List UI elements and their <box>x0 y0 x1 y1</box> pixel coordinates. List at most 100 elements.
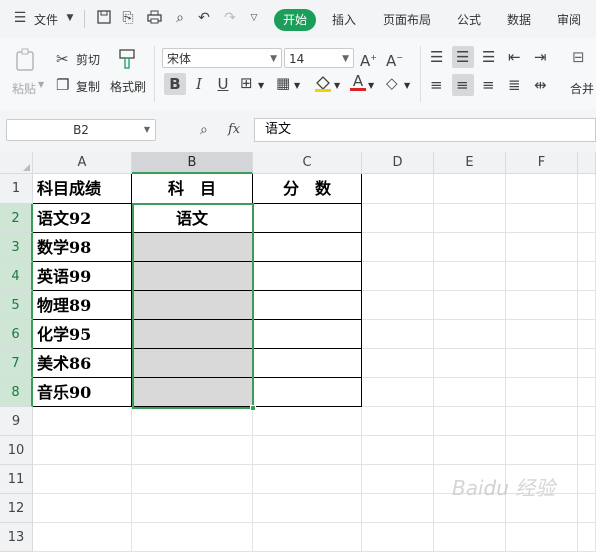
cell-style-icon[interactable]: ▦ <box>276 74 290 92</box>
cell-c7[interactable] <box>253 349 362 378</box>
cell-d11[interactable] <box>362 465 434 494</box>
cell-d5[interactable] <box>362 291 434 320</box>
cell-e1[interactable] <box>434 174 506 204</box>
cell-b13[interactable] <box>132 523 253 552</box>
cell-a5[interactable]: 物理89 <box>33 291 132 320</box>
bold-icon[interactable]: B <box>164 75 186 93</box>
cell-d9[interactable] <box>362 407 434 436</box>
row-header-11[interactable]: 11 <box>0 465 33 494</box>
tab-page-layout[interactable]: 页面布局 <box>383 11 431 28</box>
row-header-10[interactable]: 10 <box>0 436 33 465</box>
cell-e8[interactable] <box>434 378 506 407</box>
border-icon[interactable]: ⊞ <box>240 74 253 92</box>
cell-a6[interactable]: 化学95 <box>33 320 132 349</box>
cell-f4[interactable] <box>506 262 578 291</box>
cell-d4[interactable] <box>362 262 434 291</box>
cell-g10[interactable] <box>578 436 596 465</box>
underline-icon[interactable]: U <box>214 75 232 93</box>
justify-icon[interactable]: ≣ <box>508 76 521 94</box>
align-right-icon[interactable]: ≡ <box>482 76 495 94</box>
cell-g11[interactable] <box>578 465 596 494</box>
cell-c3[interactable] <box>253 233 362 262</box>
cell-e6[interactable] <box>434 320 506 349</box>
cell-c12[interactable] <box>253 494 362 523</box>
cell-d12[interactable] <box>362 494 434 523</box>
redo-icon[interactable]: ↷ <box>222 10 238 26</box>
cell-b8[interactable] <box>132 378 253 407</box>
decrease-font-icon[interactable]: A− <box>386 49 403 70</box>
cell-b6[interactable] <box>132 320 253 349</box>
cell-a7[interactable]: 美术86 <box>33 349 132 378</box>
cell-a12[interactable] <box>33 494 132 523</box>
cell-c5[interactable] <box>253 291 362 320</box>
cell-e9[interactable] <box>434 407 506 436</box>
output-pdf-icon[interactable]: ⎘ <box>120 10 136 26</box>
menu-icon[interactable]: ☰ <box>12 10 28 26</box>
cell-c13[interactable] <box>253 523 362 552</box>
fx-icon[interactable]: fx <box>228 122 240 137</box>
paste-button-label[interactable]: 粘贴 <box>12 80 36 97</box>
row-header-4[interactable]: 4 <box>0 262 33 291</box>
column-header-c[interactable]: C <box>253 152 362 174</box>
cell-g6[interactable] <box>578 320 596 349</box>
chevron-down-icon[interactable]: ▼ <box>334 81 340 90</box>
customize-icon[interactable]: ▽ <box>246 10 262 26</box>
cell-e7[interactable] <box>434 349 506 378</box>
row-header-6[interactable]: 6 <box>0 320 33 349</box>
cell-f5[interactable] <box>506 291 578 320</box>
column-header-b[interactable]: B <box>132 152 253 174</box>
cell-e4[interactable] <box>434 262 506 291</box>
select-all-corner[interactable] <box>0 152 33 174</box>
cell-b11[interactable] <box>132 465 253 494</box>
cell-e3[interactable] <box>434 233 506 262</box>
cell-f6[interactable] <box>506 320 578 349</box>
cell-e13[interactable] <box>434 523 506 552</box>
cell-f3[interactable] <box>506 233 578 262</box>
column-header-d[interactable]: D <box>362 152 434 174</box>
chevron-down-icon[interactable]: ▼ <box>294 81 300 90</box>
chevron-down-icon[interactable]: ▼ <box>404 81 410 90</box>
name-box[interactable]: B2 ▼ <box>6 119 156 141</box>
cell-a2[interactable]: 语文92 <box>33 204 132 233</box>
cell-d8[interactable] <box>362 378 434 407</box>
cell-c11[interactable] <box>253 465 362 494</box>
cut-icon[interactable]: ✂ <box>56 50 69 68</box>
cell-e5[interactable] <box>434 291 506 320</box>
cell-c8[interactable] <box>253 378 362 407</box>
cell-a13[interactable] <box>33 523 132 552</box>
tab-home[interactable]: 开始 <box>274 9 316 31</box>
cell-a8[interactable]: 音乐90 <box>33 378 132 407</box>
indent-decrease-icon[interactable]: ⇤ <box>508 48 521 66</box>
eraser-icon[interactable]: ◇ <box>386 74 398 92</box>
tab-review[interactable]: 审阅 <box>557 11 581 28</box>
undo-icon[interactable]: ↶ <box>196 10 212 26</box>
cell-g13[interactable] <box>578 523 596 552</box>
cell-d2[interactable] <box>362 204 434 233</box>
row-header-8[interactable]: 8 <box>0 378 33 407</box>
cell-f10[interactable] <box>506 436 578 465</box>
cell-g7[interactable] <box>578 349 596 378</box>
cell-a4[interactable]: 英语99 <box>33 262 132 291</box>
column-header-a[interactable]: A <box>33 152 132 174</box>
cell-a11[interactable] <box>33 465 132 494</box>
cell-f13[interactable] <box>506 523 578 552</box>
font-name-select[interactable]: 宋体 ▼ <box>162 48 282 68</box>
cell-b3[interactable] <box>132 233 253 262</box>
cell-d6[interactable] <box>362 320 434 349</box>
cell-g9[interactable] <box>578 407 596 436</box>
cell-g12[interactable] <box>578 494 596 523</box>
cell-a9[interactable] <box>33 407 132 436</box>
row-header-9[interactable]: 9 <box>0 407 33 436</box>
cell-f8[interactable] <box>506 378 578 407</box>
column-header-e[interactable]: E <box>434 152 506 174</box>
cell-d7[interactable] <box>362 349 434 378</box>
cell-g2[interactable] <box>578 204 596 233</box>
cell-f9[interactable] <box>506 407 578 436</box>
print-preview-icon[interactable]: ⌕ <box>172 10 188 26</box>
format-painter-button[interactable]: 格式刷 <box>110 78 146 95</box>
cell-b2[interactable]: 语文 <box>132 204 253 233</box>
increase-font-icon[interactable]: A+ <box>360 49 377 70</box>
fill-color-icon[interactable] <box>314 74 332 96</box>
cell-c6[interactable] <box>253 320 362 349</box>
cell-d10[interactable] <box>362 436 434 465</box>
